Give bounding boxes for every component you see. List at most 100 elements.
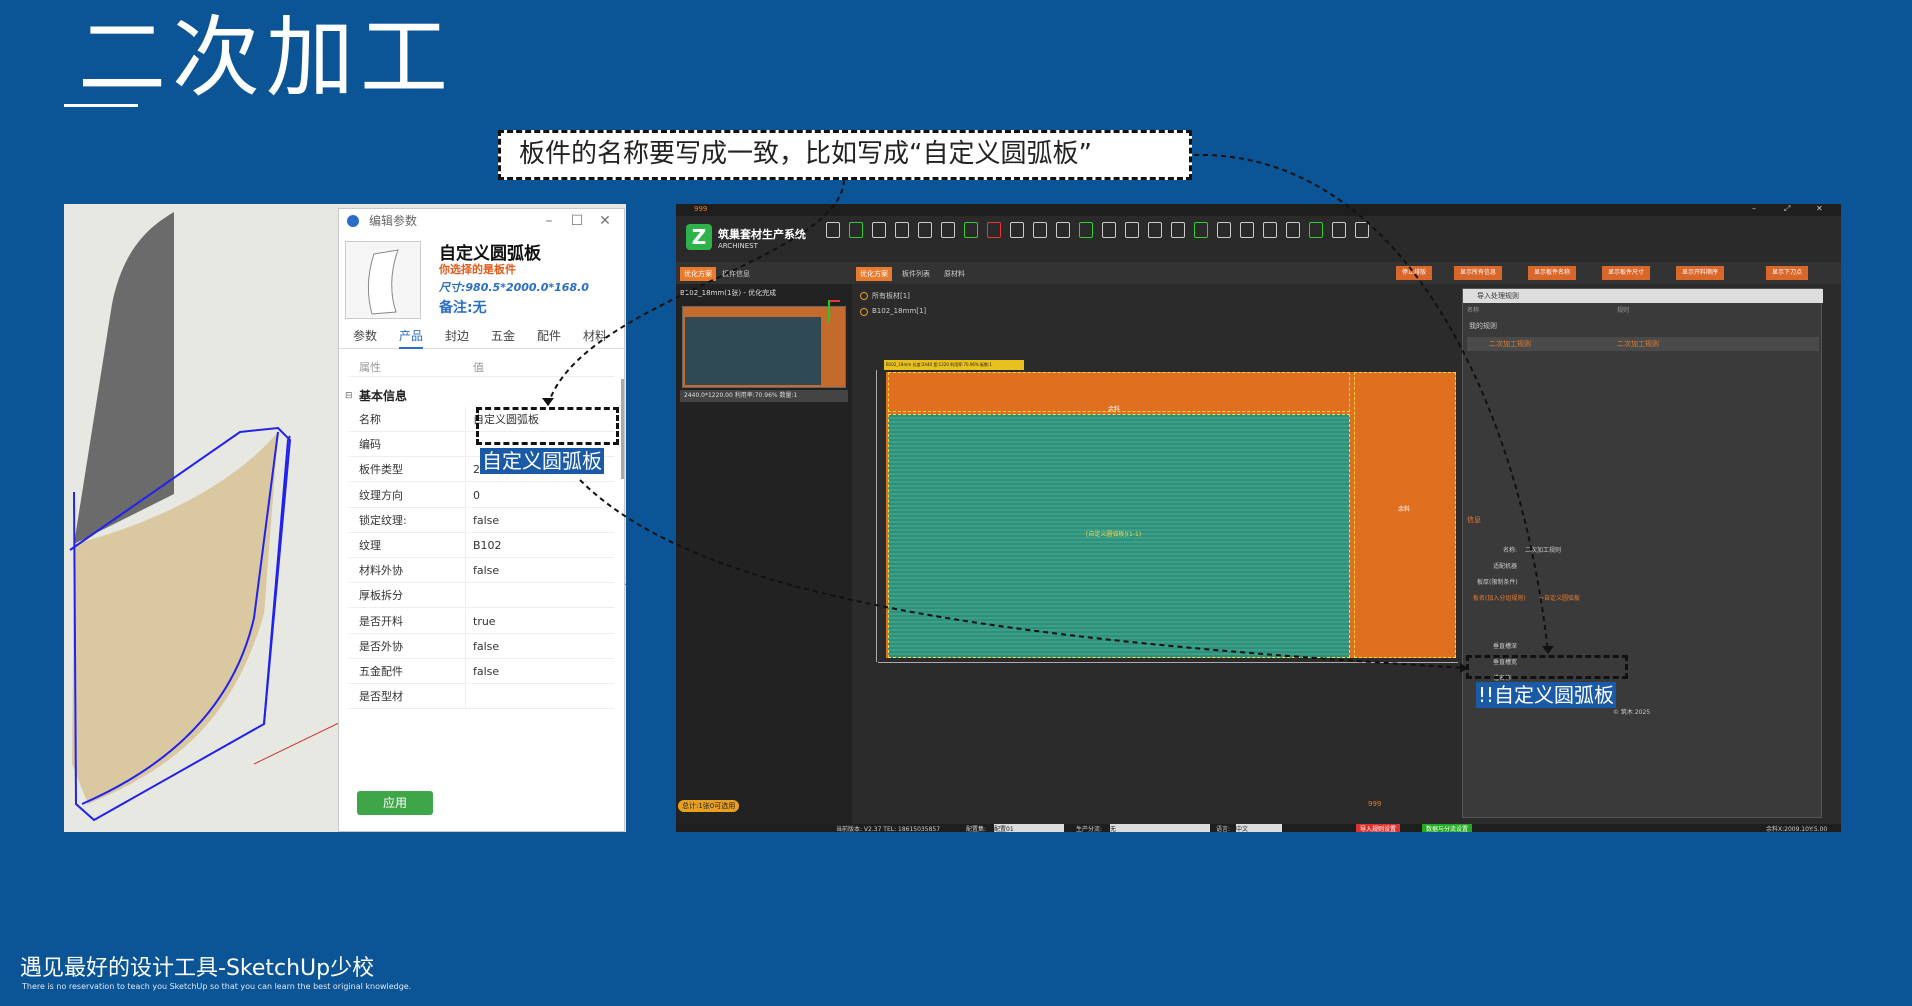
toolbar-tool-icon[interactable]	[895, 222, 909, 238]
property-value[interactable]: true	[473, 609, 496, 634]
property-value[interactable]: 2	[473, 457, 480, 482]
property-key: 纹理方向	[359, 488, 403, 502]
stop-layout-button[interactable]: 停止排版	[1396, 266, 1433, 280]
property-value[interactable]: false	[473, 634, 499, 659]
copyright: © 筑木 2025	[1613, 709, 1651, 716]
property-key: 是否型材	[359, 690, 403, 704]
property-row[interactable]: 材料外协 false	[349, 558, 614, 584]
show-all-info-button[interactable]: 显示所有信息	[1454, 266, 1503, 280]
tab-left-plan[interactable]: 优化方案	[680, 267, 716, 281]
tab-params[interactable]: 参数	[353, 327, 377, 344]
info-tab[interactable]: 信息	[1467, 515, 1481, 525]
app-restore-icon[interactable]: ⤢	[1784, 204, 1790, 214]
toolbar-tool-icon[interactable]	[1355, 222, 1369, 238]
tab-part-list[interactable]: 板件列表	[898, 267, 934, 281]
property-value[interactable]: false	[473, 659, 499, 684]
minimize-icon[interactable]: –	[539, 211, 559, 231]
maximize-icon[interactable]: ☐	[567, 211, 587, 231]
toolbar-tool-icon[interactable]	[1102, 222, 1116, 238]
tab-plan[interactable]: 优化方案	[856, 267, 892, 281]
property-row[interactable]: 纹理 B102	[349, 533, 614, 558]
app-minimize-icon[interactable]: –	[1752, 204, 1756, 213]
field-name-value[interactable]: 二次加工规则	[1525, 545, 1561, 554]
radio-b102-icon[interactable]	[860, 308, 868, 316]
collapse-icon[interactable]: ⊟	[345, 391, 353, 401]
property-value[interactable]: false	[473, 558, 499, 583]
toolbar-tool-icon[interactable]	[1056, 222, 1070, 238]
lang-select[interactable]: 中文	[1236, 824, 1282, 832]
toolbar-tool-icon[interactable]	[1309, 222, 1323, 238]
app-name: 筑巢套材生产系统	[718, 228, 806, 241]
property-row[interactable]: 五金配件 false	[349, 659, 614, 684]
toolbar-tool-icon[interactable]	[1194, 222, 1208, 238]
product-note: 备注:无	[439, 300, 487, 316]
toolbar-tool-icon[interactable]	[941, 222, 955, 238]
tab-edgebanding[interactable]: 封边	[445, 327, 469, 344]
toolbar-tool-icon[interactable]	[964, 222, 978, 238]
property-row[interactable]: 是否开料 true	[349, 608, 614, 634]
radio-all-icon[interactable]	[860, 292, 868, 300]
toolbar-tool-icon[interactable]	[1263, 222, 1277, 238]
toolbar-tool-icon[interactable]	[872, 222, 886, 238]
field-part-name-value[interactable]: =自定义圆弧板	[1539, 593, 1580, 602]
property-value[interactable]: 0	[473, 483, 480, 508]
toolbar-tool-icon[interactable]	[1286, 222, 1300, 238]
property-value[interactable]: false	[473, 508, 499, 533]
toolbar-tool-icon[interactable]	[1079, 222, 1093, 238]
tab-raw-material[interactable]: 原材料	[940, 267, 969, 281]
data-split-button[interactable]: 数据与分流设置	[1422, 824, 1473, 832]
tab-material[interactable]: 材料	[583, 327, 607, 344]
scrollbar[interactable]	[621, 379, 624, 479]
property-row[interactable]: 是否外协 false	[349, 633, 614, 659]
waste-label-right: 余料	[1398, 506, 1411, 513]
property-row[interactable]: 锁定纹理: false	[349, 507, 614, 533]
sheet-header: B102_18mm(1张) - 优化完成	[680, 289, 777, 297]
apply-button[interactable]: 应用	[357, 791, 433, 815]
property-row[interactable]: 是否型材	[349, 684, 614, 710]
show-part-name-button[interactable]: 显示板件名称	[1528, 266, 1577, 280]
show-cut-order-button[interactable]: 显示开料顺序	[1676, 266, 1725, 280]
slide-title: 二次加工	[78, 6, 455, 109]
property-key: 编码	[359, 438, 381, 452]
bottom-num: 999	[1368, 800, 1382, 808]
toolbar-tool-icon[interactable]	[1217, 222, 1231, 238]
toolbar-tool-icon[interactable]	[987, 222, 1001, 238]
config-select[interactable]: 配置01	[994, 824, 1064, 832]
row-divider	[465, 407, 466, 432]
toolbar-tool-icon[interactable]	[849, 222, 863, 238]
property-value[interactable]: B102	[473, 533, 502, 558]
rule-row[interactable]: 二次加工规则 二次加工规则	[1467, 337, 1819, 351]
tab-product[interactable]: 产品	[399, 327, 424, 349]
property-row[interactable]: 纹理方向 0	[349, 482, 614, 508]
sheet-thumbnail[interactable]	[682, 306, 846, 388]
tab-hardware[interactable]: 五金	[491, 327, 515, 344]
toolbar-tool-icon[interactable]	[918, 222, 932, 238]
rules-folder[interactable]: 我的规则	[1469, 321, 1497, 331]
property-row[interactable]: 厚板拆分	[349, 583, 614, 609]
app-tabbar: 优化方案 板件信息 优化方案 板件列表 原材料 停止排版 显示所有信息 显示板件…	[676, 262, 1841, 284]
toolbar-tool-icon[interactable]	[1010, 222, 1024, 238]
app-name-en: ARCHINEST	[718, 242, 758, 250]
show-entry-point-button[interactable]: 显示下刀点	[1766, 266, 1809, 280]
import-rules-button[interactable]: 导入规则设置	[1356, 824, 1401, 832]
show-part-size-button[interactable]: 显示板件尺寸	[1602, 266, 1651, 280]
toolbar-tool-icon[interactable]	[1240, 222, 1254, 238]
toolbar-tool-icon[interactable]	[1148, 222, 1162, 238]
property-key: 是否外协	[359, 639, 403, 653]
toolbar-tool-icon[interactable]	[1033, 222, 1047, 238]
waste-piece-right[interactable]	[1354, 372, 1456, 658]
app-close-icon[interactable]: ✕	[1816, 204, 1823, 213]
sheet-list-panel: B102_18mm(1张) - 优化完成 2440.0*1220.00 利用率:…	[676, 284, 852, 824]
tab-accessories[interactable]: 配件	[537, 327, 561, 344]
toolbar-tool-icon[interactable]	[1125, 222, 1139, 238]
name-highlight-label: 自定义圆弧板	[480, 448, 604, 474]
product-thumbnail	[345, 241, 421, 319]
toolbar-tool-icon[interactable]	[1332, 222, 1346, 238]
prod-label: 生产分流:	[1076, 826, 1103, 832]
toolbar-tool-icon[interactable]	[1171, 222, 1185, 238]
close-icon[interactable]: ✕	[595, 211, 615, 231]
tab-left-parts[interactable]: 板件信息	[718, 267, 754, 281]
row-divider	[465, 659, 466, 684]
prod-select[interactable]: 无	[1110, 824, 1210, 832]
toolbar-tool-icon[interactable]	[826, 222, 840, 238]
